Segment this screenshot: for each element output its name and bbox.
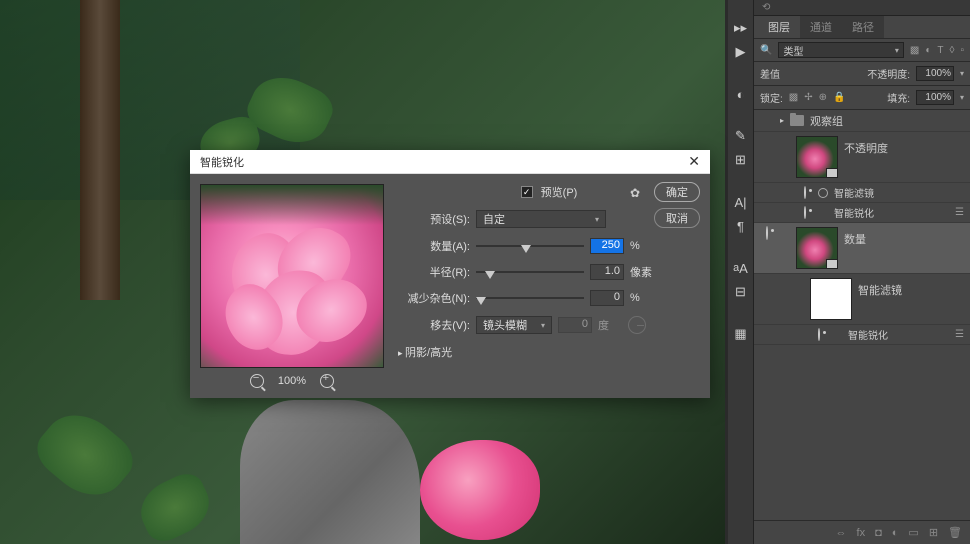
layer-group[interactable]: ▸ 观察组	[754, 110, 970, 132]
amount-slider[interactable]	[476, 239, 584, 253]
adjustment-icon[interactable]: ◐	[892, 527, 899, 539]
radius-label: 半径(R):	[398, 264, 470, 280]
blend-mode[interactable]: 差值	[760, 66, 861, 81]
zoom-in-icon[interactable]	[320, 374, 334, 388]
panel-top-strip: ⟲	[754, 0, 970, 16]
filter-options-icon[interactable]: ☰	[955, 329, 964, 340]
tab-layers[interactable]: 图层	[758, 16, 800, 38]
preview-label: 预览(P)	[541, 184, 578, 200]
clone-icon[interactable]: ⊞	[731, 150, 751, 170]
filter-options-icon[interactable]: ☰	[955, 207, 964, 218]
layer-amount[interactable]: ▫ 数量	[754, 223, 970, 274]
smart-sharpen-filter-2[interactable]: 智能锐化 ☰	[754, 325, 970, 345]
preview-image[interactable]	[200, 184, 384, 368]
smart-sharpen-filter[interactable]: 智能锐化 ☰	[754, 203, 970, 223]
new-layer-icon[interactable]: ⊞	[929, 526, 938, 539]
eye-icon[interactable]	[766, 226, 768, 240]
layer-thumbnail[interactable]: ▫	[796, 227, 838, 269]
para-icon[interactable]: ¶	[731, 216, 751, 236]
brush-icon[interactable]: ✎	[731, 126, 751, 146]
ok-button[interactable]: 确定	[654, 182, 700, 202]
amount-label: 数量(A):	[398, 238, 470, 254]
opacity-label: 不透明度:	[867, 66, 910, 81]
layer-opacity[interactable]: ▫ 不透明度	[754, 132, 970, 183]
search-icon[interactable]: 🔍	[760, 45, 772, 56]
zoom-out-icon[interactable]	[250, 374, 264, 388]
group-icon[interactable]: ▭	[908, 526, 918, 539]
angle-input: 0	[558, 317, 592, 333]
fill-label: 填充:	[887, 90, 910, 105]
folder-icon	[790, 115, 804, 126]
preset-label: 预设(S):	[398, 211, 470, 227]
layers-footer: ⇔ fx ◘ ◐ ▭ ⊞ 🗑	[754, 520, 970, 544]
remove-dropdown[interactable]: 镜头模糊▾	[476, 316, 552, 334]
cancel-button[interactable]: 取消	[654, 208, 700, 228]
adjust-icon[interactable]: ◐	[731, 84, 751, 104]
mask-icon[interactable]: ◘	[875, 527, 882, 539]
layer-smartfilter-mask[interactable]: 智能滤镜	[754, 274, 970, 325]
noise-label: 减少杂色(N):	[398, 290, 470, 306]
filter-mask-icon[interactable]	[818, 188, 828, 198]
preview-checkbox[interactable]: ✓	[521, 186, 533, 198]
eye-icon[interactable]	[804, 186, 806, 199]
layers-panel: ⟲ 图层 通道 路径 🔍 类型▾ ▩ ◐ T ◊ ▫ 差值 不透明度: 100%…	[754, 0, 970, 544]
filter-smart-icon[interactable]: ▫	[960, 45, 964, 56]
filter-type-icon[interactable]: T	[937, 45, 943, 56]
trash-icon[interactable]: 🗑	[948, 526, 962, 539]
filter-adjust-icon[interactable]: ◐	[925, 45, 931, 56]
shadows-highlights-expander[interactable]: 阴影/高光	[398, 344, 700, 360]
collapsed-panel-strip: ▸▸ ▶ ◐ ✎ ⊞ A| ¶ aA ⊟ ▦	[728, 0, 754, 544]
char-icon[interactable]: A|	[731, 192, 751, 212]
mask-thumbnail[interactable]	[810, 278, 852, 320]
history-icon[interactable]: ⟲	[762, 2, 770, 13]
link-icon[interactable]: ⇔	[836, 527, 847, 539]
filter-pixel-icon[interactable]: ▩	[910, 45, 919, 56]
eye-icon[interactable]	[804, 206, 806, 219]
dialog-titlebar[interactable]: 智能锐化 ✕	[190, 150, 710, 174]
opacity-input[interactable]: 100%	[916, 66, 954, 81]
fill-input[interactable]: 100%	[916, 90, 954, 105]
tab-paths[interactable]: 路径	[842, 16, 884, 38]
radius-input[interactable]: 1.0	[590, 264, 624, 280]
preset-dropdown[interactable]: 自定▾	[476, 210, 606, 228]
smart-sharpen-dialog: 智能锐化 ✕ 100% ✓ 预览(P) ✿ 确定 取消	[190, 150, 710, 398]
radius-slider[interactable]	[476, 265, 584, 279]
filter-shape-icon[interactable]: ◊	[950, 45, 955, 56]
smart-filters-heading[interactable]: 智能滤镜	[754, 183, 970, 203]
remove-label: 移去(V):	[398, 317, 470, 333]
dialog-title: 智能锐化	[200, 154, 244, 170]
play-icon[interactable]: ▶	[731, 42, 751, 62]
styles-icon[interactable]: ⊟	[731, 282, 751, 302]
amount-input[interactable]: 250	[590, 238, 624, 254]
noise-input[interactable]: 0	[590, 290, 624, 306]
lock-pixels-icon[interactable]: ▩	[789, 92, 798, 103]
zoom-level: 100%	[278, 375, 306, 387]
nav-icon[interactable]: ▸▸	[731, 18, 751, 38]
tab-channels[interactable]: 通道	[800, 16, 842, 38]
group-name: 观察组	[810, 113, 843, 129]
filter-type-dropdown[interactable]: 类型▾	[778, 42, 903, 58]
chevron-right-icon[interactable]: ▸	[780, 116, 784, 125]
swatches-icon[interactable]: ▦	[731, 324, 751, 344]
lock-position-icon[interactable]: ✢	[804, 92, 812, 103]
noise-slider[interactable]	[476, 291, 584, 305]
lock-all-icon[interactable]: 🔒	[833, 92, 845, 103]
lock-label: 锁定:	[760, 90, 783, 105]
glyph-icon[interactable]: aA	[731, 258, 751, 278]
eye-icon[interactable]	[818, 328, 820, 341]
lock-artboard-icon[interactable]: ⊕	[819, 92, 827, 103]
fx-icon[interactable]: fx	[857, 527, 866, 539]
close-icon[interactable]: ✕	[688, 153, 700, 170]
gear-icon[interactable]: ✿	[630, 186, 640, 200]
angle-dial-icon	[628, 316, 646, 334]
layer-thumbnail[interactable]: ▫	[796, 136, 838, 178]
